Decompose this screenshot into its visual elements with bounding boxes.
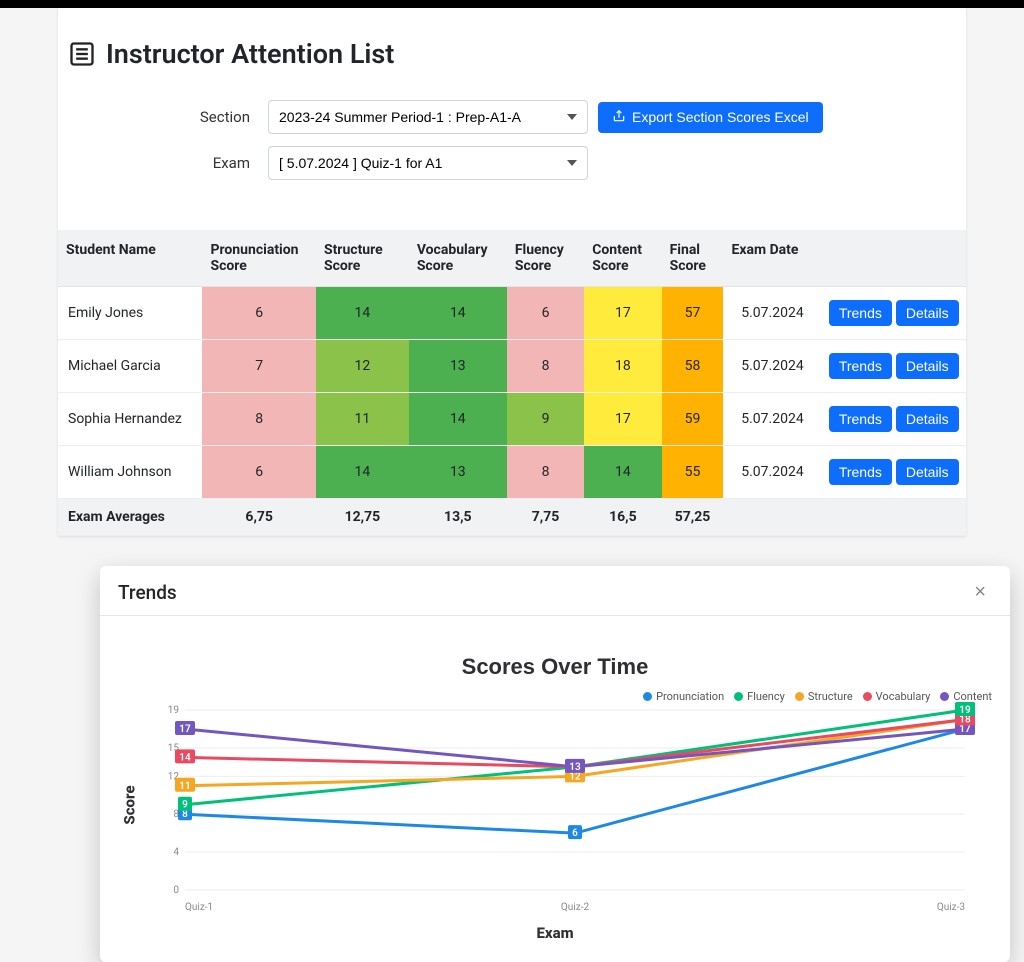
chart-title: Scores Over Time: [118, 654, 992, 680]
trends-button[interactable]: Trends: [829, 300, 892, 326]
trends-button[interactable]: Trends: [829, 406, 892, 432]
chart-xlabel: Exam: [118, 924, 992, 942]
legend-item: Fluency: [734, 690, 785, 703]
svg-text:4: 4: [173, 847, 179, 858]
avg-struct: 12,75: [316, 499, 409, 536]
svg-text:13: 13: [569, 762, 581, 773]
svg-text:6: 6: [572, 828, 578, 839]
avg-content: 16,5: [584, 499, 661, 536]
legend-item: Vocabulary: [863, 690, 931, 703]
share-icon: [612, 109, 626, 126]
svg-text:0: 0: [173, 885, 179, 896]
col-content: Content Score: [584, 230, 661, 287]
col-fluency: Fluency Score: [507, 230, 584, 287]
main-card: Instructor Attention List Section 2023-2…: [58, 8, 966, 536]
col-vocab: Vocabulary Score: [409, 230, 507, 287]
col-pron: Pronunciation Score: [202, 230, 316, 287]
trends-button[interactable]: Trends: [829, 353, 892, 379]
trends-button[interactable]: Trends: [829, 459, 892, 485]
chart: 048121519Quiz-1Quiz-2Quiz-38911141761213…: [118, 690, 992, 920]
avg-fluency: 7,75: [507, 499, 584, 536]
svg-text:8: 8: [182, 809, 188, 820]
scores-table: Student Name Pronunciation Score Structu…: [58, 230, 966, 536]
legend-item: Pronunciation: [643, 690, 724, 703]
exam-select[interactable]: [ 5.07.2024 ] Quiz-1 for A1: [268, 146, 588, 180]
exam-label: Exam: [58, 154, 268, 172]
legend-item: Content: [940, 690, 992, 703]
svg-text:17: 17: [959, 724, 971, 735]
svg-text:18: 18: [959, 714, 971, 725]
trends-modal: Trends × Scores Over Time Pronunciation F…: [100, 566, 1010, 962]
section-select[interactable]: 2023-24 Summer Period-1 : Prep-A1-A: [268, 100, 588, 134]
svg-text:12: 12: [569, 771, 581, 782]
close-icon: ×: [974, 581, 986, 603]
avg-label: Exam Averages: [58, 499, 202, 536]
svg-text:Quiz-3: Quiz-3: [937, 902, 965, 913]
modal-title: Trends: [118, 581, 177, 604]
svg-text:19: 19: [959, 705, 971, 716]
col-final: Final Score: [662, 230, 724, 287]
svg-text:14: 14: [179, 752, 191, 763]
export-button[interactable]: Export Section Scores Excel: [598, 102, 823, 133]
details-button[interactable]: Details: [896, 459, 959, 485]
col-date: Exam Date: [723, 230, 821, 287]
col-student: Student Name: [58, 230, 202, 287]
section-label: Section: [58, 108, 268, 126]
chart-ylabel: Score: [121, 785, 139, 824]
close-button[interactable]: ×: [968, 580, 992, 605]
table-row: Michael Garcia71213818585.07.2024TrendsD…: [58, 340, 966, 393]
svg-text:Quiz-2: Quiz-2: [561, 902, 590, 913]
avg-final: 57,25: [662, 499, 724, 536]
table-row: William Johnson61413814555.07.2024Trends…: [58, 446, 966, 499]
avg-pron: 6,75: [202, 499, 316, 536]
page-title-text: Instructor Attention List: [106, 38, 394, 70]
details-button[interactable]: Details: [896, 353, 959, 379]
export-button-label: Export Section Scores Excel: [632, 109, 809, 125]
col-struct: Structure Score: [316, 230, 409, 287]
svg-text:Quiz-1: Quiz-1: [185, 902, 213, 913]
details-button[interactable]: Details: [896, 300, 959, 326]
averages-row: Exam Averages 6,75 12,75 13,5 7,75 16,5 …: [58, 499, 966, 536]
avg-vocab: 13,5: [409, 499, 507, 536]
page-title: Instructor Attention List: [68, 38, 956, 70]
svg-text:9: 9: [182, 800, 188, 811]
svg-text:17: 17: [179, 724, 191, 735]
legend-item: Structure: [795, 690, 853, 703]
details-button[interactable]: Details: [896, 406, 959, 432]
svg-text:19: 19: [168, 705, 179, 716]
table-row: Emily Jones61414617575.07.2024TrendsDeta…: [58, 287, 966, 340]
list-icon: [68, 40, 96, 68]
chart-legend: Pronunciation Fluency Structure Vocabulary C…: [643, 690, 992, 703]
table-row: Sophia Hernandez81114917595.07.2024Trend…: [58, 393, 966, 446]
svg-text:11: 11: [179, 781, 190, 792]
